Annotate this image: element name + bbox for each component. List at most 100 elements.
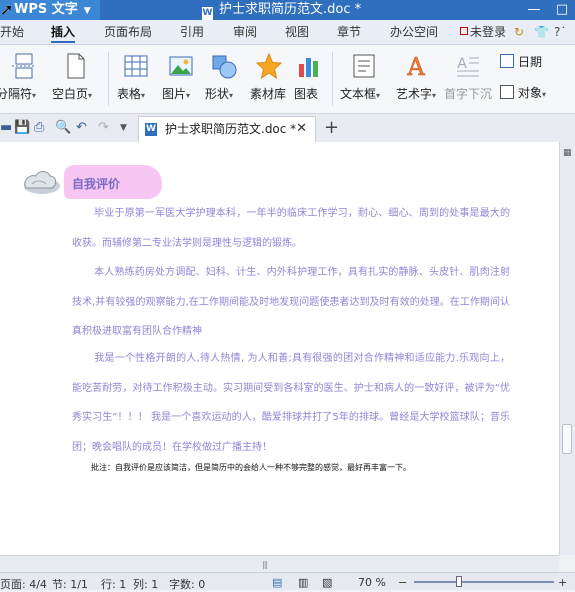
page-break-icon [12,53,34,79]
dropcap-button[interactable]: A 首字下沉 [444,52,492,101]
skin-icon[interactable]: 👕 [534,20,549,44]
page-indicator[interactable]: 页面: 4/4 [0,576,47,592]
tab-review[interactable]: 审阅 [233,20,257,44]
shapes-label: 形状 [205,87,230,101]
save-icon[interactable]: 💾 [14,114,30,142]
picture-label: 图片 [162,87,187,101]
document-tab-title: 护士求职简历范文.doc * [165,122,297,136]
tab-page-layout[interactable]: 页面布局 [104,20,152,44]
minimize-button[interactable]: — [520,0,548,20]
textbox-label: 文本框 [340,87,377,101]
tab-home[interactable]: 开始 [0,20,24,44]
scrollbar-thumb[interactable] [562,424,572,454]
app-menu-button[interactable]: WPS 文字 ▼ [0,0,100,20]
object-label: 对象 [518,86,543,100]
outline-view-icon[interactable]: ▥ [298,576,308,589]
ribbon-divider [332,52,333,106]
login-status-icon [460,27,468,35]
zoom-slider-handle[interactable] [456,576,462,587]
wordart-label: 艺术字 [396,87,433,101]
page-break-button[interactable]: 分隔符▾ [0,52,44,101]
chart-icon [299,58,318,77]
dropcap-icon: A [457,56,479,77]
chevron-down-icon: ▼ [83,6,91,16]
table-label: 表格 [117,87,142,101]
wordart-button[interactable]: A 艺术字▾ [396,52,436,101]
mouse-cursor-icon: ➚ [0,0,14,19]
print-icon[interactable]: ⎙ [34,114,44,142]
paragraph-text: 本人熟练药房处方调配、妇科、计生、内外科护理工作，具有扎实的静脉、头皮针、肌肉注… [72,267,510,337]
tab-insert[interactable]: 插入 [51,20,76,44]
window-title-text: 护士求职简历范文.doc * [219,2,362,17]
undo-icon[interactable]: ↶ [76,114,87,142]
login-button[interactable]: 未登录 [460,20,506,44]
tab-office-space[interactable]: 办公空间 [390,20,438,44]
date-icon [500,54,514,68]
paragraph-text: 我是一个性格开朗的人,待人热情, 为人和善;具有很强的团对合作精神和适应能力.乐… [72,353,510,453]
document-tab[interactable]: W 护士求职简历范文.doc * ✕ [138,116,316,142]
open-folder-icon[interactable]: ▬ [0,114,12,142]
web-view-icon[interactable]: ▧ [322,576,332,589]
wordart-icon: A [406,53,426,80]
new-tab-button[interactable]: + [324,114,339,142]
star-icon [255,52,283,80]
blank-page-icon [67,53,85,79]
zoom-level[interactable]: 70 % [358,576,386,589]
svg-text:A: A [406,53,425,80]
tab-view[interactable]: 视图 [285,20,309,44]
window-title: W 护士求职简历范文.doc * [202,0,361,20]
picture-icon [169,56,193,76]
login-label: 未登录 [470,25,507,39]
horizontal-scrollbar[interactable]: ||| [0,555,559,573]
tab-references[interactable]: 引用 [180,20,204,44]
redo-icon[interactable]: ↷ [98,114,109,142]
paragraph: 毕业于原第一军医大学护理本科，一年半的临床工作学习，耐心、细心、周到的处事是最大… [72,199,510,258]
print-preview-icon[interactable]: 🔍 [55,114,71,142]
shapes-icon [212,55,237,79]
tab-chapter[interactable]: 章节 [337,20,361,44]
side-panel-icon[interactable]: ▦ [563,148,572,158]
picture-button[interactable]: 图片▾ [162,52,200,101]
page-view-icon[interactable]: ▤ [272,576,282,589]
paragraph: 我是一个性格开朗的人,待人热情, 为人和善;具有很强的团对合作精神和适应能力.乐… [72,344,510,462]
close-tab-button[interactable]: ✕ [296,117,307,141]
chart-button[interactable]: 图表 [294,52,324,101]
blank-page-button[interactable]: 空白页▾ [52,52,98,101]
page-break-label: 分隔符 [0,87,33,101]
annotation-note: 批注：自我评价是应该简洁，但是简历中的会给人一种不够完整的感觉，最好再丰富一下。 [91,463,411,472]
row-indicator: 行: 1 [101,578,127,591]
table-button[interactable]: 表格▾ [117,52,155,101]
object-icon [500,85,514,99]
date-label: 日期 [518,55,543,69]
dropcap-label: 首字下沉 [444,87,493,101]
svg-text:A: A [457,56,467,72]
help-icon[interactable]: ?˙ [554,20,566,44]
doc-file-icon: W [202,7,213,20]
blank-page-label: 空白页 [52,87,89,101]
section-heading: 自我评价 [72,177,121,191]
restore-button[interactable]: □ [548,0,575,20]
date-button[interactable]: 日期 [500,53,542,70]
object-button[interactable]: 对象▾ [500,84,546,101]
zoom-in-button[interactable]: + [558,576,567,589]
textbox-icon [353,54,375,78]
shapes-button[interactable]: 形状▾ [205,52,243,101]
textbox-button[interactable]: 文本框▾ [340,52,388,101]
chart-label: 图表 [294,87,319,101]
cloud-icon [24,171,60,194]
table-icon [124,55,148,77]
scroll-grip-icon: ||| [262,560,268,569]
refresh-icon[interactable]: ↻ [514,20,524,44]
paragraph: 本人熟练药房处方调配、妇科、计生、内外科护理工作，具有扎实的静脉、头皮针、肌肉注… [72,258,510,347]
paragraph-text: 毕业于原第一军医大学护理本科，一年半的临床工作学习，耐心、细心、周到的处事是最大… [72,208,510,249]
column-indicator: 列: 1 [133,578,159,591]
zoom-slider[interactable] [414,581,554,583]
doc-file-icon: W [145,123,157,136]
customize-toolbar-icon[interactable]: ▼ [120,114,127,142]
word-count[interactable]: 字数: 0 [169,576,205,592]
material-library-button[interactable]: 素材库 [250,52,288,101]
vertical-scrollbar[interactable]: ▦ [559,142,575,555]
section-indicator: 节: 1/1 [52,578,88,591]
app-name: WPS 文字 [14,2,78,17]
zoom-out-button[interactable]: − [398,576,407,589]
